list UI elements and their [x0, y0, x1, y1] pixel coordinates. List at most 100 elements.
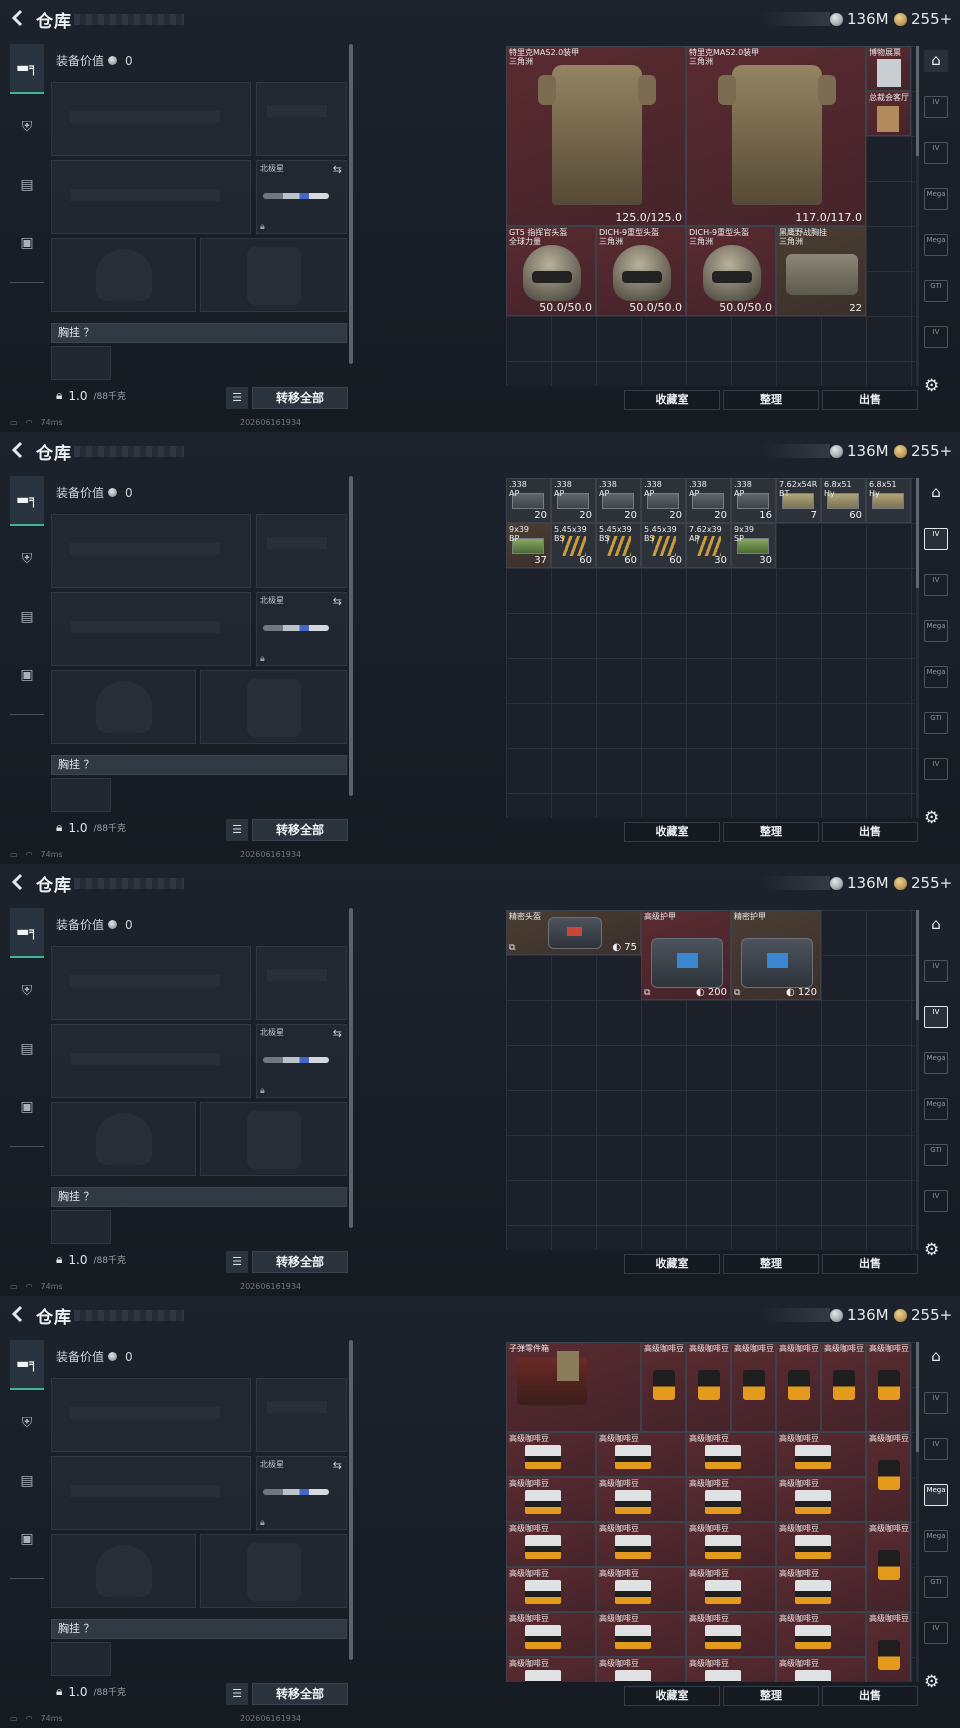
primary-weapon-slot[interactable] — [51, 514, 251, 588]
gold-balance[interactable]: 255+ — [894, 441, 952, 461]
chest-rig-header[interactable]: 胸挂 ？ — [51, 323, 347, 343]
stash-item[interactable]: 特里克MAS2.0装甲 三角洲 125.0/125.0 — [506, 46, 686, 226]
stash-page-tab-7[interactable]: IV — [924, 758, 948, 780]
stash-grid[interactable]: 精密头盔 ⧉ ◐ 75 高级护甲 ⧉ ◐ 200 精密护甲 ⧉ ◐ 120 — [506, 910, 915, 1250]
settings-gear-icon[interactable]: ⚙ — [924, 1672, 939, 1692]
tab-backpack[interactable]: ▣ — [10, 1514, 44, 1564]
stash-item[interactable]: 高级咖啡豆 — [596, 1567, 686, 1612]
armor-slot[interactable] — [200, 670, 347, 744]
stash-page-tab-home[interactable]: ⌂ — [924, 914, 948, 936]
stash-item[interactable]: 高级咖啡豆 — [731, 1342, 776, 1432]
stash-item[interactable]: .338 AP 16 — [731, 478, 776, 523]
tab-armor[interactable]: ⛨ — [10, 1398, 44, 1448]
stash-item[interactable]: 6.8x51 Hy — [866, 478, 911, 523]
melee-slot[interactable]: 北极星 ⇆ 🔒︎ — [256, 160, 347, 234]
stash-item[interactable]: 高级咖啡豆 — [686, 1432, 776, 1477]
stash-item[interactable]: 高级咖啡豆 — [866, 1522, 911, 1612]
stash-page-tab-7[interactable]: IV — [924, 1190, 948, 1212]
stash-item[interactable]: 9x39 SP 30 — [731, 523, 776, 568]
stash-item[interactable]: 高级咖啡豆 — [506, 1432, 596, 1477]
armor-slot[interactable] — [200, 1534, 347, 1608]
stash-item[interactable]: 高级咖啡豆 — [686, 1612, 776, 1657]
stash-item[interactable]: 高级咖啡豆 — [506, 1522, 596, 1567]
sort-button[interactable]: 整理 — [723, 1686, 819, 1706]
list-view-button[interactable]: ☰ — [226, 819, 248, 841]
stash-item[interactable]: 总裁会客厅 — [866, 91, 911, 136]
stash-item[interactable]: 5.45x39 BS 60 — [551, 523, 596, 568]
gold-balance[interactable]: 255+ — [894, 1305, 952, 1325]
tab-backpack[interactable]: ▣ — [10, 1082, 44, 1132]
stash-page-tab-2[interactable]: IV — [924, 528, 948, 550]
stash-item[interactable]: .338 AP 20 — [551, 478, 596, 523]
stash-item[interactable]: .338 AP 20 — [596, 478, 641, 523]
armor-slot[interactable] — [200, 1102, 347, 1176]
tab-armor[interactable]: ⛨ — [10, 534, 44, 584]
stash-grid[interactable]: 子弹零件箱 高级咖啡豆 高级咖啡豆 高级咖啡豆 高级咖啡豆 高级咖啡豆 高级咖啡豆 高级咖啡豆… — [506, 1342, 915, 1682]
settings-gear-icon[interactable]: ⚙ — [924, 1240, 939, 1260]
stash-item[interactable]: DICH-9重型头盔 三角洲 50.0/50.0 — [686, 226, 776, 316]
helmet-slot[interactable] — [51, 670, 196, 744]
stash-item[interactable]: 特里克MAS2.0装甲 三角洲 117.0/117.0 — [686, 46, 866, 226]
collection-room-button[interactable]: 收藏室 — [624, 390, 720, 410]
gold-balance[interactable]: 255+ — [894, 873, 952, 893]
stash-item[interactable]: GT5 指挥官头盔 全球力量 50.0/50.0 — [506, 226, 596, 316]
stash-scroll-thumb[interactable] — [916, 478, 919, 588]
stash-item[interactable]: 高级咖啡豆 — [596, 1522, 686, 1567]
stash-item[interactable]: 高级咖啡豆 — [866, 1432, 911, 1522]
list-view-button[interactable]: ☰ — [226, 387, 248, 409]
gold-balance[interactable]: 255+ — [894, 9, 952, 29]
stash-page-tab-6[interactable]: GTI — [924, 1576, 948, 1598]
stash-item[interactable]: 高级咖啡豆 — [506, 1477, 596, 1522]
stash-item[interactable]: 高级咖啡豆 — [866, 1612, 911, 1682]
stash-page-tab-3[interactable]: IV — [924, 1006, 948, 1028]
stash-item[interactable]: 高级咖啡豆 — [866, 1342, 911, 1432]
stash-scroll-thumb[interactable] — [916, 46, 919, 156]
sell-button[interactable]: 出售 — [822, 822, 918, 842]
stash-item[interactable]: .338 AP 20 — [506, 478, 551, 523]
tab-rig[interactable]: ▤ — [10, 1024, 44, 1074]
stash-item[interactable]: DICH-9重型头盔 三角洲 50.0/50.0 — [596, 226, 686, 316]
pistol-slot[interactable] — [256, 82, 347, 156]
tab-rig[interactable]: ▤ — [10, 592, 44, 642]
collection-room-button[interactable]: 收藏室 — [624, 1254, 720, 1274]
stash-item[interactable]: 高级咖啡豆 — [776, 1522, 866, 1567]
sort-button[interactable]: 整理 — [723, 822, 819, 842]
stash-item[interactable]: 高级咖啡豆 — [596, 1612, 686, 1657]
tab-backpack[interactable]: ▣ — [10, 650, 44, 700]
back-arrow-icon[interactable] — [10, 1305, 26, 1323]
stash-item[interactable]: .338 AP 20 — [686, 478, 731, 523]
swap-icon[interactable]: ⇆ — [333, 163, 342, 176]
stash-page-tab-3[interactable]: IV — [924, 574, 948, 596]
stash-page-tab-4[interactable]: Mega — [924, 188, 948, 210]
primary-weapon-slot[interactable] — [51, 946, 251, 1020]
stash-item[interactable]: 高级咖啡豆 — [686, 1657, 776, 1682]
settings-gear-icon[interactable]: ⚙ — [924, 376, 939, 396]
stash-item[interactable]: 高级咖啡豆 — [686, 1567, 776, 1612]
stash-item[interactable]: 黑鹰野战胸挂 三角洲 22 — [776, 226, 866, 316]
collection-room-button[interactable]: 收藏室 — [624, 822, 720, 842]
tab-weapons[interactable]: ▬╕ — [10, 1340, 44, 1390]
sell-button[interactable]: 出售 — [822, 1254, 918, 1274]
stash-item[interactable]: 高级咖啡豆 — [776, 1342, 821, 1432]
sort-button[interactable]: 整理 — [723, 390, 819, 410]
back-arrow-icon[interactable] — [10, 873, 26, 891]
tab-weapons[interactable]: ▬╕ — [10, 908, 44, 958]
tab-armor[interactable]: ⛨ — [10, 102, 44, 152]
stash-item[interactable]: 高级咖啡豆 — [596, 1657, 686, 1682]
pistol-slot[interactable] — [256, 946, 347, 1020]
stash-page-tab-5[interactable]: Mega — [924, 666, 948, 688]
stash-item[interactable]: 高级咖啡豆 — [686, 1342, 731, 1432]
secondary-weapon-slot[interactable] — [51, 592, 251, 666]
stash-grid[interactable]: .338 AP 20.338 AP 20.338 AP 20.338 AP 20.338… — [506, 478, 915, 818]
tab-weapons[interactable]: ▬╕ — [10, 476, 44, 526]
stash-page-tab-6[interactable]: GTI — [924, 280, 948, 302]
stash-page-tab-2[interactable]: IV — [924, 960, 948, 982]
stash-item[interactable]: 博物展票 — [866, 46, 911, 91]
stash-item[interactable]: 精密护甲 ⧉ ◐ 120 — [731, 910, 821, 1000]
pistol-slot[interactable] — [256, 1378, 347, 1452]
stash-page-tab-2[interactable]: IV — [924, 1392, 948, 1414]
stash-item[interactable]: 高级咖啡豆 — [641, 1342, 686, 1432]
tab-rig[interactable]: ▤ — [10, 1456, 44, 1506]
back-arrow-icon[interactable] — [10, 9, 26, 27]
stash-item[interactable]: .338 AP 20 — [641, 478, 686, 523]
